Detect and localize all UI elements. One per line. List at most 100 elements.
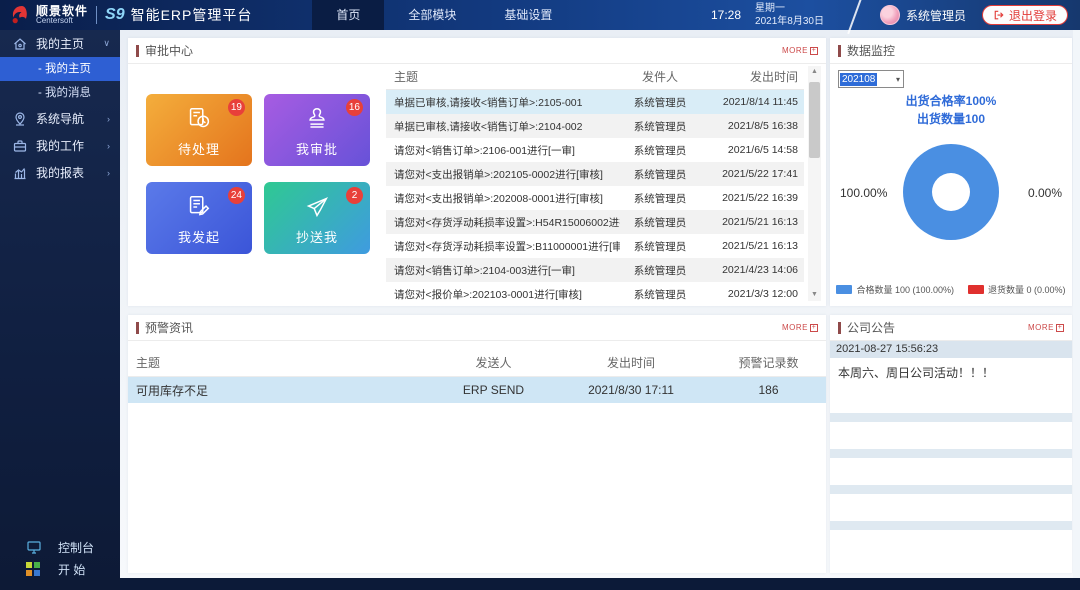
bottom-dark-strip (0, 578, 1080, 590)
title-accent-bar (838, 45, 841, 57)
start-button[interactable]: 开 始 (0, 558, 120, 580)
header-divider-slash (847, 0, 863, 34)
chevron-down-icon: ∨ (103, 38, 110, 49)
announcement-empty-row (830, 386, 1072, 413)
sidebar-item-my-messages[interactable]: - 我的消息 (0, 81, 120, 105)
sidebar-group-my-reports[interactable]: 我的报表 › (0, 159, 120, 186)
date-block: 星期一 2021年8月30日 (755, 2, 824, 28)
approval-row[interactable]: 请您对<存货浮动耗损率设置>:H54R15006002进行[审核] 系统管理员 … (386, 210, 804, 234)
row-time: 2021/8/14 11:45 (700, 96, 804, 108)
announcement-item[interactable]: 2021-08-27 15:56:23 本周六、周日公司活动！！！ (830, 341, 1072, 386)
alerts-panel-title: 预警资讯 (145, 319, 193, 336)
legend-returned: 退货数量 0 (0.00%) (968, 283, 1066, 296)
logo-divider (96, 6, 97, 24)
main-nav: 首页 全部模块 基础设置 (312, 0, 576, 30)
sidebar-group-label: 系统导航 (36, 110, 84, 127)
console-label: 控制台 (58, 539, 94, 556)
logout-icon (993, 9, 1005, 21)
shipment-qty-text: 出货数量100 (830, 110, 1072, 128)
scroll-up-arrow[interactable]: ▲ (808, 66, 821, 78)
tile-cc-to-me[interactable]: 2 抄送我 (264, 182, 370, 254)
sidebar-item-my-home[interactable]: - 我的主页 (0, 57, 120, 81)
row-subject: 可用库存不足 (128, 382, 436, 399)
period-dropdown[interactable]: 202108 ▾ (838, 70, 904, 88)
chevron-right-icon: › (107, 168, 110, 178)
sidebar-group-my-home[interactable]: 我的主页 ∨ (0, 30, 120, 57)
legend-swatch-blue (836, 285, 852, 294)
announcement-text: 本周六、周日公司活动！！！ (830, 358, 1072, 386)
row-time: 2021/4/23 14:06 (700, 264, 804, 276)
alert-row[interactable]: 可用库存不足 ERP SEND 2021/8/30 17:11 186 (128, 377, 826, 403)
row-sender: 系统管理员 (620, 95, 700, 110)
chevron-right-icon: › (107, 141, 110, 151)
more-icon: + (810, 324, 818, 332)
product-mark: S9 (105, 6, 125, 24)
approval-row[interactable]: 请您对<销售订单>:2106-001进行[一审] 系统管理员 2021/6/5 … (386, 138, 804, 162)
title-accent-bar (136, 322, 139, 334)
approval-row[interactable]: 请您对<支出报销单>:202105-0002进行[审核] 系统管理员 2021/… (386, 162, 804, 186)
row-subject: 单据已审核,请接收<销售订单>:2105-001 (386, 95, 620, 110)
scrollbar-thumb[interactable] (809, 82, 820, 158)
tile-pending[interactable]: 19 待处理 (146, 94, 252, 166)
approval-more-button[interactable]: MORE + (782, 46, 818, 55)
col-time: 发出时间 (700, 68, 804, 85)
sidebar-group-system-nav[interactable]: 系统导航 › (0, 105, 120, 132)
main-content: 审批中心 MORE + 19 待处理 16 我审批 (120, 30, 1080, 578)
approval-row[interactable]: 请您对<支出报销单>:202008-0001进行[审核] 系统管理员 2021/… (386, 186, 804, 210)
row-sender: 系统管理员 (620, 239, 700, 254)
sidebar-group-label: 我的报表 (36, 164, 84, 181)
row-subject: 单据已审核,请接收<销售订单>:2104-002 (386, 119, 620, 134)
username: 系统管理员 (906, 7, 966, 24)
legend-label: 合格数量 100 (100.00%) (856, 283, 954, 296)
donut-chart: 100.00% 0.00% (830, 134, 1072, 264)
announcement-empty-row (830, 494, 1072, 521)
cc-count-badge: 2 (346, 187, 363, 204)
row-record-count: 186 (711, 383, 826, 397)
more-icon: + (1056, 324, 1064, 332)
sidebar-item-label: 我的主页 (45, 63, 91, 75)
row-sender: ERP SEND (436, 383, 551, 397)
alerts-table-header: 主题 发送人 发出时间 预警记录数 (128, 349, 826, 377)
row-sender: 系统管理员 (620, 167, 700, 182)
approval-scrollbar: ▲ ▼ (808, 66, 821, 301)
approval-row[interactable]: 请您对<报价单>:202103-0001进行[审核] 系统管理员 2021/3/… (386, 282, 804, 306)
approval-row[interactable]: 请您对<销售订单>:2104-003进行[一审] 系统管理员 2021/4/23… (386, 258, 804, 282)
brand-subtitle: Centersoft (36, 17, 88, 25)
row-subject: 请您对<支出报销单>:202105-0002进行[审核] (386, 167, 620, 182)
data-monitor-panel: 数据监控 202108 ▾ 出货合格率100% 出货数量100 100.00% … (830, 38, 1072, 306)
row-time: 2021/8/5 16:38 (700, 120, 804, 132)
approval-row[interactable]: 请您对<存货浮动耗损率设置>:B11000001进行[审核] 系统管理员 202… (386, 234, 804, 258)
tab-home[interactable]: 首页 (312, 0, 384, 30)
alerts-rows: 可用库存不足 ERP SEND 2021/8/30 17:11 186 (128, 377, 826, 403)
date: 2021年8月30日 (755, 15, 824, 28)
announcement-empty-row (830, 521, 1072, 530)
bullet: - (38, 63, 42, 75)
col-subject: 主题 (128, 354, 436, 371)
scroll-down-arrow[interactable]: ▼ (808, 289, 821, 301)
sidebar-item-label: 我的消息 (45, 87, 91, 99)
avatar[interactable] (880, 5, 900, 25)
tile-label: 我审批 (296, 139, 338, 158)
row-time: 2021/3/3 12:00 (700, 288, 804, 300)
tile-label: 抄送我 (296, 227, 338, 246)
chevron-down-icon: ▾ (896, 75, 903, 84)
row-time: 2021/8/30 17:11 (551, 383, 711, 397)
approval-row[interactable]: 单据已审核,请接收<销售订单>:2105-001 系统管理员 2021/8/14… (386, 90, 804, 114)
tile-my-approvals[interactable]: 16 我审批 (264, 94, 370, 166)
tab-all-modules[interactable]: 全部模块 (384, 0, 480, 30)
approval-row[interactable]: 单据已审核,请接收<销售订单>:2104-002 系统管理员 2021/8/5 … (386, 114, 804, 138)
col-sender: 发送人 (436, 354, 551, 371)
alerts-more-button[interactable]: MORE + (782, 323, 818, 332)
approval-tiles: 19 待处理 16 我审批 24 我发起 (146, 94, 370, 254)
logout-button[interactable]: 退出登录 (982, 5, 1068, 25)
logout-label: 退出登录 (1009, 7, 1057, 24)
sidebar-group-my-work[interactable]: 我的工作 › (0, 132, 120, 159)
start-label: 开 始 (58, 561, 85, 578)
approval-rows: 单据已审核,请接收<销售订单>:2105-001 系统管理员 2021/8/14… (386, 90, 804, 306)
announcements-more-button[interactable]: MORE + (1028, 323, 1064, 332)
tab-basic-settings[interactable]: 基础设置 (480, 0, 576, 30)
console-button[interactable]: 控制台 (0, 536, 120, 558)
briefcase-icon (12, 138, 28, 154)
col-time: 发出时间 (551, 354, 711, 371)
tile-initiated-by-me[interactable]: 24 我发起 (146, 182, 252, 254)
